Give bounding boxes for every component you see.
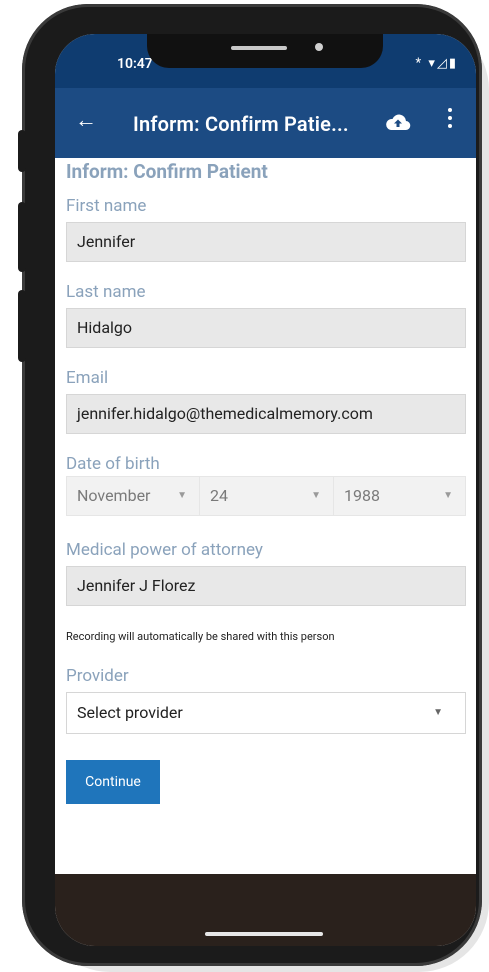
last-name-label: Last name: [66, 282, 146, 302]
dob-day-value: 24: [210, 486, 228, 505]
side-button-bottom: [18, 290, 26, 362]
app-title: Inform: Confirm Patie...: [133, 112, 349, 136]
side-button-top: [18, 130, 26, 172]
page-title: Inform: Confirm Patient: [66, 160, 268, 183]
status-icons: * ▾◿▮: [415, 56, 458, 71]
speaker-grille: [231, 46, 287, 50]
back-arrow-icon[interactable]: ←: [75, 110, 97, 132]
phone-screen: 10:47 * ▾◿▮ ← Inform: Confirm Patie... I…: [55, 34, 476, 946]
home-indicator[interactable]: [205, 932, 323, 936]
email-field[interactable]: jennifer.hidalgo@themedicalmemory.com: [66, 394, 466, 434]
provider-value: Select provider: [77, 703, 183, 722]
camera-notch: [147, 34, 383, 68]
dob-month-select[interactable]: November ▼: [66, 476, 199, 516]
status-time: 10:47: [117, 56, 153, 72]
provider-select[interactable]: Select provider ▼: [66, 692, 466, 734]
app-bar: ← Inform: Confirm Patie...: [55, 88, 476, 158]
caret-down-icon: ▼: [443, 490, 453, 501]
last-name-field[interactable]: Hidalgo: [66, 308, 466, 348]
dob-year-select[interactable]: 1988 ▼: [333, 476, 466, 516]
more-vert-icon[interactable]: [447, 108, 453, 134]
cloud-upload-icon[interactable]: [385, 113, 411, 133]
status-bar: 10:47 * ▾◿▮: [55, 34, 476, 88]
email-label: Email: [66, 368, 109, 388]
first-name-field[interactable]: Jennifer: [66, 222, 466, 262]
caret-down-icon: ▼: [311, 490, 321, 501]
dob-month-value: November: [77, 486, 151, 505]
front-camera: [315, 43, 323, 51]
sharing-note: Recording will automatically be shared w…: [66, 630, 335, 643]
provider-label: Provider: [66, 666, 129, 686]
dob-day-select[interactable]: 24 ▼: [199, 476, 333, 516]
caret-down-icon: ▼: [433, 707, 443, 718]
first-name-label: First name: [66, 196, 147, 216]
navigation-bar: [55, 874, 476, 946]
dob-label: Date of birth: [66, 454, 160, 474]
poa-label: Medical power of attorney: [66, 540, 263, 560]
caret-down-icon: ▼: [177, 490, 187, 501]
dob-year-value: 1988: [344, 486, 380, 505]
side-button-middle: [18, 202, 26, 272]
poa-field[interactable]: Jennifer J Florez: [66, 566, 466, 606]
continue-button[interactable]: Continue: [66, 760, 160, 804]
